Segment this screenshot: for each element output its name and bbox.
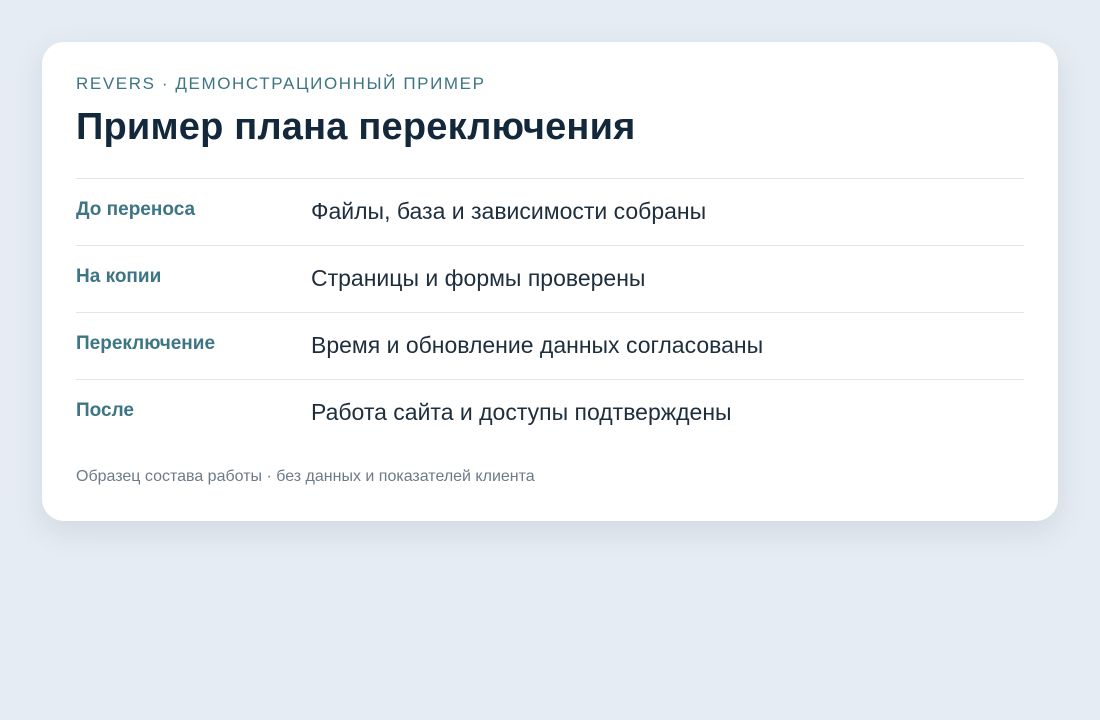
plan-step-row: На копии Страницы и формы проверены xyxy=(76,245,1024,312)
plan-step-label: До переноса xyxy=(76,199,196,220)
page-title: Пример плана переключения xyxy=(76,106,636,148)
plan-step-row: До переноса Файлы, база и зависимости со… xyxy=(76,178,1024,245)
plan-step-value: Время и обновление данных согласованы xyxy=(311,332,764,358)
plan-step-value: Страницы и формы проверены xyxy=(311,265,646,291)
plan-step-value: Работа сайта и доступы подтверждены xyxy=(311,399,732,425)
plan-step-label: На копии xyxy=(76,266,162,287)
eyebrow-label: REVERS · ДЕМОНСТРАЦИОННЫЙ ПРИМЕР xyxy=(76,74,486,93)
plan-step-label: После xyxy=(76,400,134,421)
plan-step-value: Файлы, база и зависимости собраны xyxy=(311,198,707,224)
plan-steps-list: До переноса Файлы, база и зависимости со… xyxy=(76,178,1024,446)
plan-step-row: Переключение Время и обновление данных с… xyxy=(76,312,1024,379)
plan-step-label: Переключение xyxy=(76,333,216,354)
footnote: Образец состава работы · без данных и по… xyxy=(76,468,535,485)
plan-step-row: После Работа сайта и доступы подтвержден… xyxy=(76,379,1024,446)
plan-card: REVERS · ДЕМОНСТРАЦИОННЫЙ ПРИМЕР Пример … xyxy=(42,42,1058,521)
